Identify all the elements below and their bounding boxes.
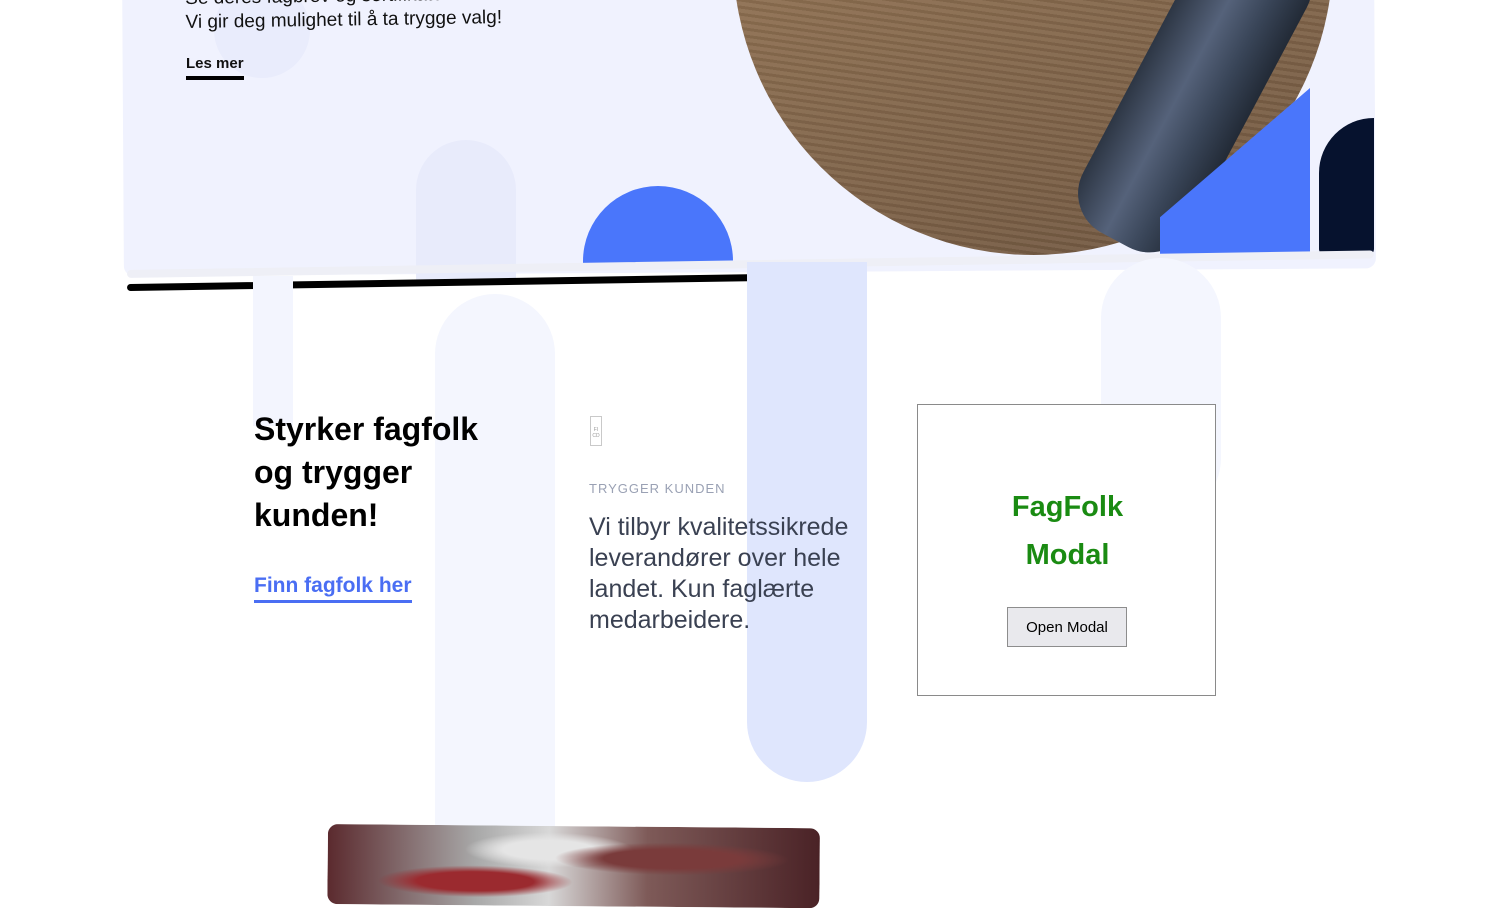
logo-icon: FI CD: [590, 416, 602, 446]
bottom-photo: [327, 824, 820, 908]
decorative-pill: [435, 294, 555, 894]
decorative-pill: [416, 140, 516, 280]
hero-text-line: Vi gir deg mulighet til å ta trygge valg…: [185, 7, 503, 33]
body-line: leverandører over hele: [589, 544, 841, 572]
body-line: medarbeidere.: [589, 606, 751, 634]
body-line: landet. Kun faglærte: [589, 575, 815, 603]
section-headline: Styrker fagfolk og trygger kunden!: [254, 408, 478, 537]
body-line: Vi tilbyr kvalitetssikrede: [589, 513, 849, 541]
headline-line: og trygger: [254, 454, 413, 490]
section-eyebrow: TRYGGER KUNDEN: [589, 481, 726, 496]
modal-card: FagFolk Modal Open Modal: [917, 404, 1216, 696]
read-more-link[interactable]: Les mer: [186, 55, 244, 80]
modal-title-line: FagFolk: [1011, 491, 1124, 523]
headline-line: kunden!: [254, 497, 379, 533]
section-body: Vi tilbyr kvalitetssikrede leverandører …: [589, 512, 879, 636]
modal-title-line: Modal: [1025, 539, 1110, 571]
hero-text: Se deres fagbrev og sertifikater. Vi gir…: [185, 0, 502, 35]
open-modal-button[interactable]: Open Modal: [1007, 607, 1127, 647]
find-professionals-link[interactable]: Finn fagfolk her: [254, 574, 412, 603]
decorative-pill: [253, 276, 293, 426]
headline-line: Styrker fagfolk: [254, 411, 479, 447]
modal-card-title: FagFolk Modal: [918, 483, 1217, 579]
